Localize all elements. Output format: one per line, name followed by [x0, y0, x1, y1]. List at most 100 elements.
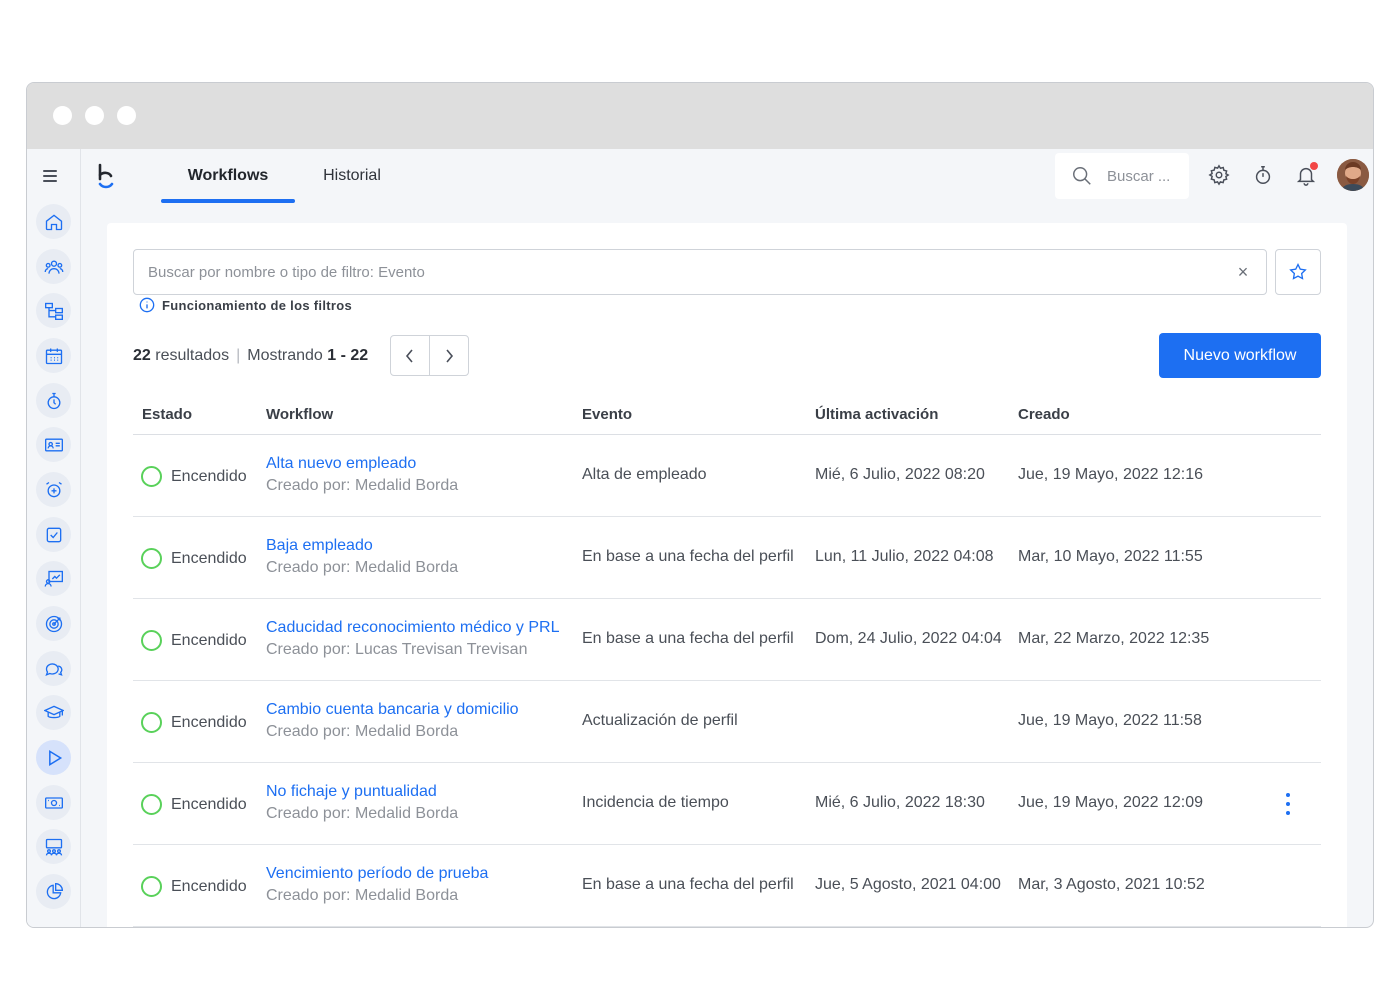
- workflow-name-link[interactable]: Caducidad reconocimiento médico y PRL: [266, 619, 559, 637]
- workflow-name-link[interactable]: Vencimiento período de prueba: [266, 865, 488, 883]
- workflow-name-link[interactable]: Baja empleado: [266, 537, 373, 555]
- row-actions-button[interactable]: [1283, 793, 1293, 815]
- status-label: Encendido: [171, 713, 247, 731]
- workflow-name-link[interactable]: Cambio cuenta bancaria y domicilio: [266, 701, 519, 719]
- workflow-name-link[interactable]: No fichaje y puntualidad: [266, 783, 437, 801]
- sidebar-item-reports[interactable]: [36, 874, 71, 909]
- filter-search-input[interactable]: [148, 263, 1234, 281]
- star-icon: [1289, 262, 1307, 280]
- tab-historial[interactable]: Historial: [313, 149, 391, 203]
- checkbox-icon: [46, 527, 61, 542]
- clear-icon[interactable]: ×: [1234, 262, 1252, 283]
- sidebar-item-calendar[interactable]: [36, 338, 71, 373]
- new-workflow-button[interactable]: Nuevo workflow: [1159, 333, 1321, 378]
- status-cell: Encendido: [141, 876, 247, 897]
- chevron-right-icon: [446, 348, 454, 363]
- results-summary: 22 resultados | Mostrando 1 - 22: [133, 347, 368, 365]
- column-header-workflow[interactable]: Workflow: [266, 406, 333, 423]
- sidebar-item-workflows[interactable]: [36, 740, 71, 775]
- sidebar-item-performance[interactable]: [36, 561, 71, 596]
- event-cell: Actualización de perfil: [582, 712, 738, 729]
- sidebar-item-training[interactable]: [36, 695, 71, 730]
- status-on-icon: [141, 712, 162, 733]
- avatar[interactable]: [1337, 159, 1369, 191]
- column-header-estado[interactable]: Estado: [142, 406, 192, 423]
- table-row[interactable]: Encendido Caducidad reconocimiento médic…: [133, 599, 1321, 681]
- table-row[interactable]: Encendido Alta nuevo empleado Creado por…: [133, 435, 1321, 517]
- sidebar-item-absences[interactable]: [36, 472, 71, 507]
- last-activation-cell: Mié, 6 Julio, 2022 18:30: [815, 794, 985, 811]
- table-row[interactable]: Encendido Baja empleado Creado por: Meda…: [133, 517, 1321, 599]
- prev-page-button[interactable]: [391, 336, 430, 375]
- workflows-table: Estado Workflow Evento Última activación…: [133, 397, 1321, 927]
- global-search-input[interactable]: [1107, 167, 1187, 185]
- sidebar-item-people[interactable]: [36, 249, 71, 284]
- kebab-dot: [1286, 793, 1290, 797]
- sidebar-item-tasks[interactable]: [36, 517, 71, 552]
- sidebar: [27, 149, 81, 927]
- filter-search[interactable]: ×: [133, 249, 1267, 295]
- event-cell: En base a una fecha del perfil: [582, 876, 794, 893]
- menu-icon[interactable]: [43, 167, 65, 185]
- favorite-filters-button[interactable]: [1275, 249, 1321, 295]
- presentation-icon: [44, 570, 63, 587]
- graduation-cap-icon: [43, 705, 64, 718]
- sidebar-item-meetings[interactable]: [36, 829, 71, 864]
- sidebar-item-chat[interactable]: [36, 651, 71, 686]
- global-search[interactable]: [1055, 153, 1189, 199]
- sidebar-item-profile[interactable]: [36, 427, 71, 462]
- timer-button[interactable]: [1251, 163, 1275, 187]
- chat-icon: [44, 662, 63, 676]
- main-content: × Funcionamiento de los filtros 22 resul…: [107, 223, 1347, 927]
- last-activation-cell: Jue, 5 Agosto, 2021 04:00: [815, 876, 1001, 893]
- status-on-icon: [141, 548, 162, 569]
- top-bar: Workflows Historial: [81, 149, 1373, 219]
- search-icon: [1073, 167, 1091, 185]
- table-row[interactable]: Encendido Vencimiento período de prueba …: [133, 845, 1321, 927]
- window-maximize-button[interactable]: [117, 106, 136, 125]
- sidebar-item-goals[interactable]: [36, 606, 71, 641]
- table-row[interactable]: Encendido No fichaje y puntualidad Cread…: [133, 763, 1321, 845]
- notification-dot: [1310, 162, 1318, 170]
- tab-workflows[interactable]: Workflows: [161, 149, 295, 203]
- notifications-button[interactable]: [1294, 162, 1318, 187]
- tab-workflows-label: Workflows: [187, 167, 269, 184]
- column-header-creado[interactable]: Creado: [1018, 406, 1070, 423]
- created-cell: Jue, 19 Mayo, 2022 12:16: [1018, 466, 1204, 483]
- workflow-author: Creado por: Medalid Borda: [266, 887, 459, 904]
- window-close-button[interactable]: [53, 106, 72, 125]
- status-cell: Encendido: [141, 712, 247, 733]
- sidebar-item-time[interactable]: [36, 383, 71, 418]
- column-header-ultima-activacion[interactable]: Última activación: [815, 406, 938, 423]
- status-cell: Encendido: [141, 630, 247, 651]
- settings-button[interactable]: [1207, 163, 1231, 187]
- table-row[interactable]: Encendido Cambio cuenta bancaria y domic…: [133, 681, 1321, 763]
- status-label: Encendido: [171, 877, 247, 895]
- kebab-dot: [1286, 811, 1290, 815]
- results-separator: |: [236, 347, 241, 364]
- stopwatch-icon: [47, 392, 60, 409]
- sidebar-item-org-chart[interactable]: [36, 293, 71, 328]
- title-bar: [27, 83, 1373, 149]
- next-page-button[interactable]: [430, 336, 468, 375]
- home-icon: [45, 213, 62, 230]
- status-label: Encendido: [171, 549, 247, 567]
- app-window: Workflows Historial Buscar ... Buscar po…: [26, 82, 1374, 928]
- event-cell: En base a una fecha del perfil: [582, 548, 794, 565]
- sidebar-item-home[interactable]: [36, 204, 71, 239]
- filters-help-link[interactable]: Funcionamiento de los filtros: [139, 297, 352, 313]
- window-minimize-button[interactable]: [85, 106, 104, 125]
- last-activation-cell: Lun, 11 Julio, 2022 04:08: [815, 548, 994, 565]
- event-cell: Incidencia de tiempo: [582, 794, 729, 811]
- status-label: Encendido: [171, 795, 247, 813]
- id-card-icon: [44, 438, 63, 451]
- status-on-icon: [141, 630, 162, 651]
- event-cell: Alta de empleado: [582, 466, 707, 483]
- workflow-name-link[interactable]: Alta nuevo empleado: [266, 455, 416, 473]
- status-on-icon: [141, 466, 162, 487]
- brand-logo[interactable]: [95, 163, 119, 193]
- column-header-evento[interactable]: Evento: [582, 406, 632, 423]
- created-cell: Jue, 19 Mayo, 2022 12:09: [1018, 794, 1204, 811]
- sidebar-item-payroll[interactable]: [36, 785, 71, 820]
- calendar-icon: [45, 348, 62, 364]
